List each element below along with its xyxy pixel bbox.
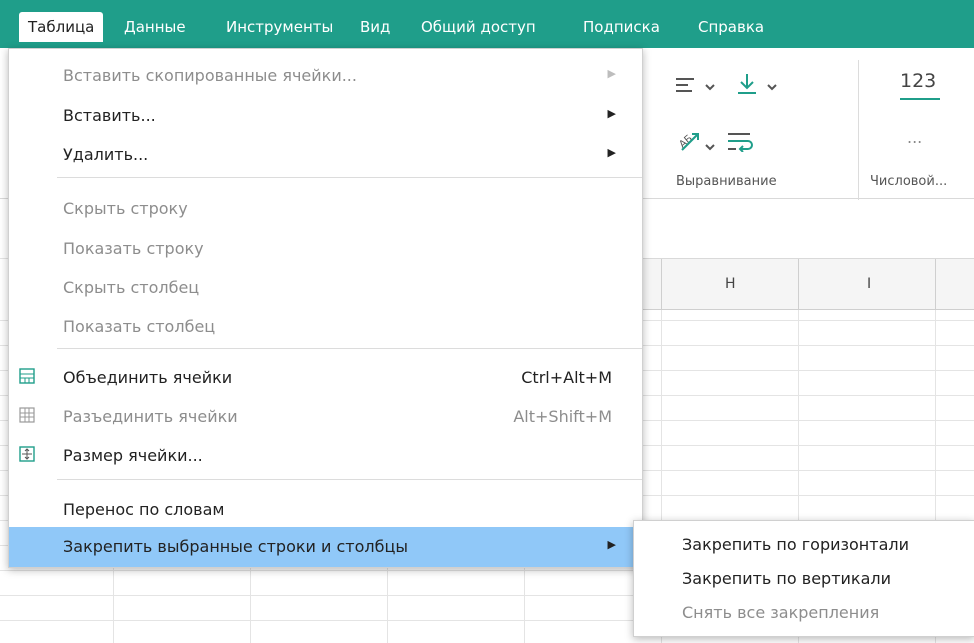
table-menu: Вставить скопированные ячейки... ▶ Встав… [8,48,643,568]
column-header-i[interactable]: I [867,276,871,292]
column-header-row: H I [641,258,974,310]
menu-subscription[interactable]: Подписка [574,12,669,42]
chevron-down-icon[interactable] [704,138,716,157]
menu-item-merge-cells[interactable]: Объединить ячейки Ctrl+Alt+M [9,358,642,398]
menu-sharing[interactable]: Общий доступ [412,12,545,42]
text-rotation-icon[interactable]: АБ [676,128,700,156]
menu-help[interactable]: Справка [689,12,773,42]
menu-item-unmerge-cells[interactable]: Разъединить ячейки Alt+Shift+M [9,397,642,437]
chevron-down-icon[interactable] [704,78,716,97]
menu-item-show-column[interactable]: Показать столбец [9,307,642,347]
menu-bar: Таблица Данные Инструменты Вид Общий дос… [0,0,974,48]
svg-text:АБ: АБ [677,133,695,150]
valign-bottom-icon[interactable] [736,72,758,100]
wrap-text-icon[interactable] [726,130,756,156]
alignment-group-label: Выравнивание [676,174,777,189]
submenu-item-freeze-horizontal[interactable]: Закрепить по горизонтали [682,535,909,554]
menu-item-wrap-text[interactable]: Перенос по словам [9,490,642,530]
submenu-arrow-icon: ▶ [607,67,616,80]
submenu-item-unfreeze-all[interactable]: Снять все закрепления [682,603,879,622]
more-icon[interactable]: ... [907,128,922,147]
menu-item-cell-size[interactable]: Размер ячейки... [9,436,642,476]
freeze-submenu: Закрепить по горизонтали Закрепить по ве… [633,520,974,637]
menu-item-hide-row[interactable]: Скрыть строку [9,189,642,229]
menu-item-hide-column[interactable]: Скрыть столбец [9,268,642,308]
number-group-label: Числовой... [870,174,948,189]
submenu-arrow-icon: ▶ [607,538,616,551]
menu-tools[interactable]: Инструменты [217,12,342,42]
merge-cells-icon [19,368,35,384]
menu-data[interactable]: Данные [115,12,195,42]
menu-item-paste-copied-cells[interactable]: Вставить скопированные ячейки... ▶ [9,56,642,96]
submenu-item-freeze-vertical[interactable]: Закрепить по вертикали [682,569,891,588]
menu-item-delete[interactable]: Удалить... ▶ [9,135,642,175]
menu-view[interactable]: Вид [351,12,399,42]
cell-size-icon [19,446,35,462]
number-format-button[interactable]: 123 [900,70,940,100]
menu-item-freeze-panes[interactable]: Закрепить выбранные строки и столбцы ▶ [9,527,642,567]
submenu-arrow-icon: ▶ [607,107,616,120]
unmerge-cells-icon [19,407,35,423]
submenu-arrow-icon: ▶ [607,146,616,159]
menu-table[interactable]: Таблица [19,12,104,42]
align-left-icon[interactable] [676,76,698,98]
menu-item-show-row[interactable]: Показать строку [9,229,642,269]
menu-item-insert[interactable]: Вставить... ▶ [9,96,642,136]
column-header-h[interactable]: H [725,276,736,292]
chevron-down-icon[interactable] [766,78,778,97]
